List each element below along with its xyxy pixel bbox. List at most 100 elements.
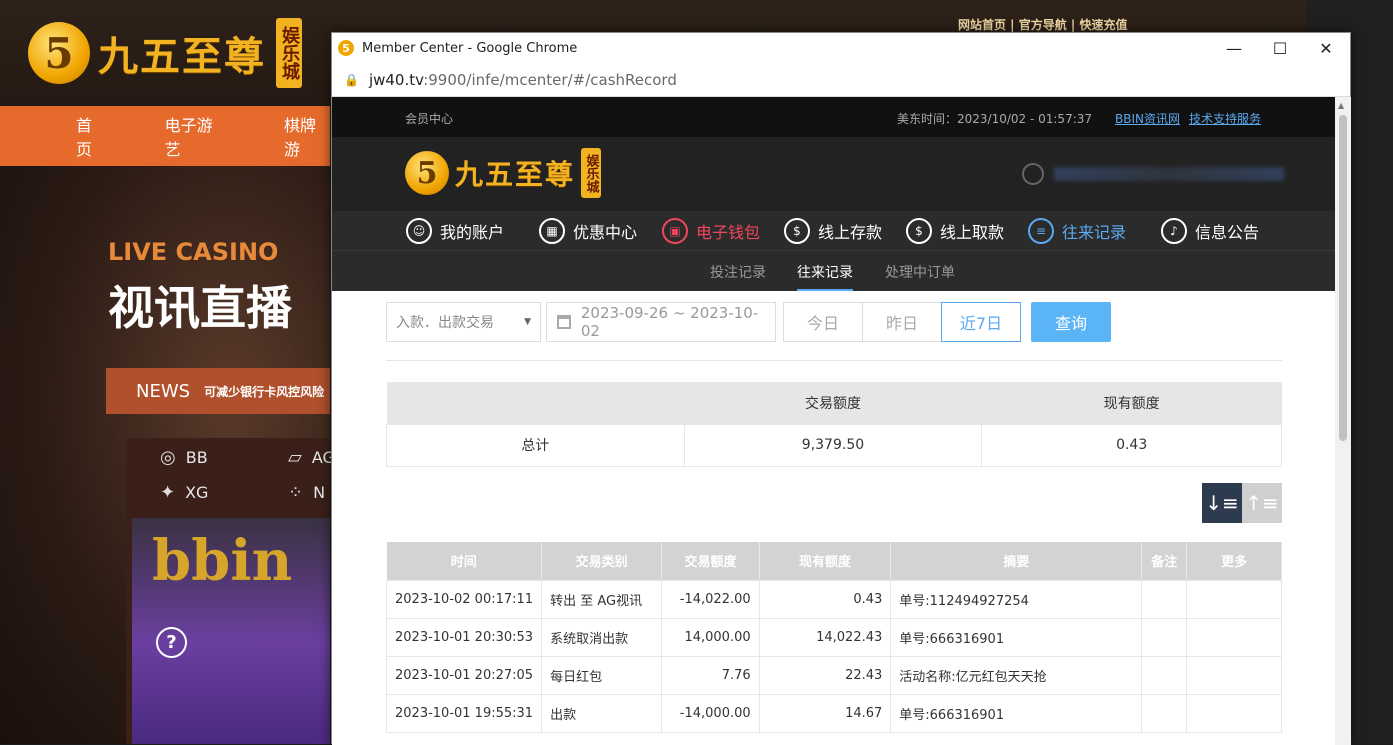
summary-cell: 0.43 [981,423,1282,467]
gift-icon: ▦ [539,218,565,244]
bg-nav: 首页 电子游艺 棋牌游 [0,106,330,166]
bg-bbin-logo: bbin [152,528,293,594]
bg-logo-coin-icon: 5 [28,22,90,84]
bg-game-ag[interactable]: ▱ AG [288,447,335,468]
mc-main-nav: ☺ 我的账户 ▦ 优惠中心 ▣ 电子钱包 $ 线上存款 $ 线上取款 ≡ 往来记录 ♪ 信息公… [332,211,1335,251]
yesterday-button[interactable]: 昨日 [862,302,942,342]
summary-header [386,382,685,424]
vertical-scrollbar[interactable]: ▲ [1335,97,1351,745]
calendar-icon [557,315,571,329]
user-info [1022,163,1284,185]
bb-icon: ◎ [160,447,176,468]
chrome-popup-window: 5 Member Center - Google Chrome — ☐ ✕ 🔒 … [331,32,1351,745]
summary-table: 交易额度 现有额度 总计 9,379.50 0.43 [386,382,1282,467]
bg-game-xg[interactable]: ✦ XG [160,482,208,503]
bbin-news-link[interactable]: BBIN资讯网 [1115,110,1180,127]
bg-nav-item[interactable]: 棋牌游 [284,112,330,160]
ag-icon: ▱ [288,447,302,468]
close-button[interactable]: ✕ [1303,33,1349,63]
minimize-button[interactable]: — [1211,33,1257,63]
summary-header: 交易额度 [684,382,982,424]
logo-coin-icon: 5 [405,151,449,195]
window-title: Member Center - Google Chrome [362,40,578,56]
xg-icon: ✦ [160,482,176,503]
scrollbar-thumb[interactable] [1339,115,1347,441]
tab-transaction-records[interactable]: 往来记录 [797,262,853,291]
bell-icon: ♪ [1161,218,1187,244]
mc-logo[interactable]: 5 九五至尊 娱乐城 [405,148,602,198]
table-row: 2023-10-02 00:17:11 转出 至 AG视讯 -14,022.00… [385,579,1282,619]
address-bar[interactable]: 🔒 jw40.tv:9900/infe/mcenter/#/cashRecord [332,63,1350,97]
bg-news-text: 可减少银行卡风控风险 [204,384,325,399]
eastern-time: 美东时间：2023/10/02 - 01:57:37 [897,112,1093,126]
table-row: 2023-10-01 20:27:05 每日红包 7.76 22.43 活动名称… [385,655,1282,695]
sort-asc-icon[interactable]: ↑≡ [1242,483,1282,523]
bg-nav-item[interactable]: 首页 [76,112,107,160]
wallet-icon: ▣ [662,218,688,244]
records-header: 交易类别 [541,542,663,580]
today-button[interactable]: 今日 [783,302,863,342]
bg-live-casino-cn: 视讯直播 [108,281,292,335]
table-row: 2023-10-01 19:55:31 出款 -14,000.00 14.67 … [385,693,1282,733]
nav-e-wallet[interactable]: ▣ 电子钱包 [662,211,760,251]
summary-cell: 9,379.50 [683,423,983,467]
withdraw-icon: $ [906,218,932,244]
caret-down-icon: ▼ [524,317,531,327]
bg-news-label: NEWS [136,380,191,402]
title-bar[interactable]: 5 Member Center - Google Chrome — ☐ ✕ [332,33,1350,63]
user-avatar-icon [1022,163,1044,185]
logo-text: 九五至尊 [455,158,576,191]
bg-logo-badge: 娱乐城 [276,18,302,88]
tab-bet-records[interactable]: 投注记录 [710,262,766,282]
nav-my-account[interactable]: ☺ 我的账户 [406,211,504,251]
bg-top-links[interactable]: 网站首页 | 官方导航 | 快速充值 [958,16,1127,33]
filter-row: 入款．出款交易 ▼ 2023-09-26 ~ 2023-10-02 今日 昨日 近… [386,302,1282,342]
bg-live-casino: LIVE CASINO [108,238,279,266]
records-icon: ≡ [1028,218,1054,244]
deposit-icon: $ [784,218,810,244]
tab-pending-orders[interactable]: 处理中订单 [885,262,955,282]
transaction-type-select[interactable]: 入款．出款交易 ▼ [386,302,541,342]
url-text[interactable]: jw40.tv:9900/infe/mcenter/#/cashRecord [369,71,677,89]
bg-nav-item[interactable]: 电子游艺 [165,112,226,160]
records-header: 现有额度 [759,542,892,580]
summary-header: 现有额度 [981,382,1282,424]
user-icon: ☺ [406,218,432,244]
records-header: 更多 [1186,542,1282,580]
nav-transaction-records[interactable]: ≡ 往来记录 [1028,211,1126,251]
sort-buttons: ↓≡ ↑≡ [1202,483,1282,523]
bg-help-icon[interactable]: ? [156,627,187,658]
bg-news-bar: NEWS 可减少银行卡风控风险 [106,368,330,414]
bg-logo-text: 九五至尊 [98,33,266,80]
lock-icon[interactable]: 🔒 [344,73,359,87]
table-row: 2023-10-01 20:30:53 系统取消出款 14,000.00 14,… [385,617,1282,657]
nav-online-deposit[interactable]: $ 线上存款 [784,211,882,251]
mc-sub-nav: 投注记录 往来记录 处理中订单 [332,251,1335,291]
member-center-label: 会员中心 [405,112,454,126]
divider [386,360,1282,361]
blurred-username [1054,167,1284,181]
records-header: 交易额度 [661,542,760,580]
query-button[interactable]: 查询 [1031,302,1111,342]
page-viewport: 会员中心 美东时间：2023/10/02 - 01:57:37 BBIN资讯网 … [332,97,1335,745]
logo-badge: 娱乐城 [581,148,602,198]
sort-desc-icon[interactable]: ↓≡ [1202,483,1242,523]
scroll-up-icon[interactable]: ▲ [1338,101,1344,110]
n-icon: ⁘ [288,482,304,503]
nav-announcements[interactable]: ♪ 信息公告 [1161,211,1259,251]
nav-online-withdraw[interactable]: $ 线上取款 [906,211,1004,251]
records-header: 时间 [386,542,543,580]
bg-game-bb[interactable]: ◎ BB [160,447,208,468]
mc-top-bar: 会员中心 美东时间：2023/10/02 - 01:57:37 BBIN资讯网 … [332,97,1335,137]
date-range-input[interactable]: 2023-09-26 ~ 2023-10-02 [546,302,776,342]
records-header: 备注 [1141,542,1188,580]
mc-logo-row: 5 九五至尊 娱乐城 [332,137,1335,211]
tech-support-link[interactable]: 技术支持服务 [1189,110,1261,127]
nav-promotions[interactable]: ▦ 优惠中心 [539,211,637,251]
records-table: 时间 交易类别 交易额度 现有额度 摘要 备注 更多 2023-10-02 00… [385,542,1282,733]
bg-game-n[interactable]: ⁘ N [288,482,325,503]
favicon-icon: 5 [338,40,354,56]
maximize-button[interactable]: ☐ [1257,33,1303,63]
bg-logo[interactable]: 5 九五至尊 娱乐城 [28,18,302,88]
last-7-days-button[interactable]: 近7日 [941,302,1021,342]
